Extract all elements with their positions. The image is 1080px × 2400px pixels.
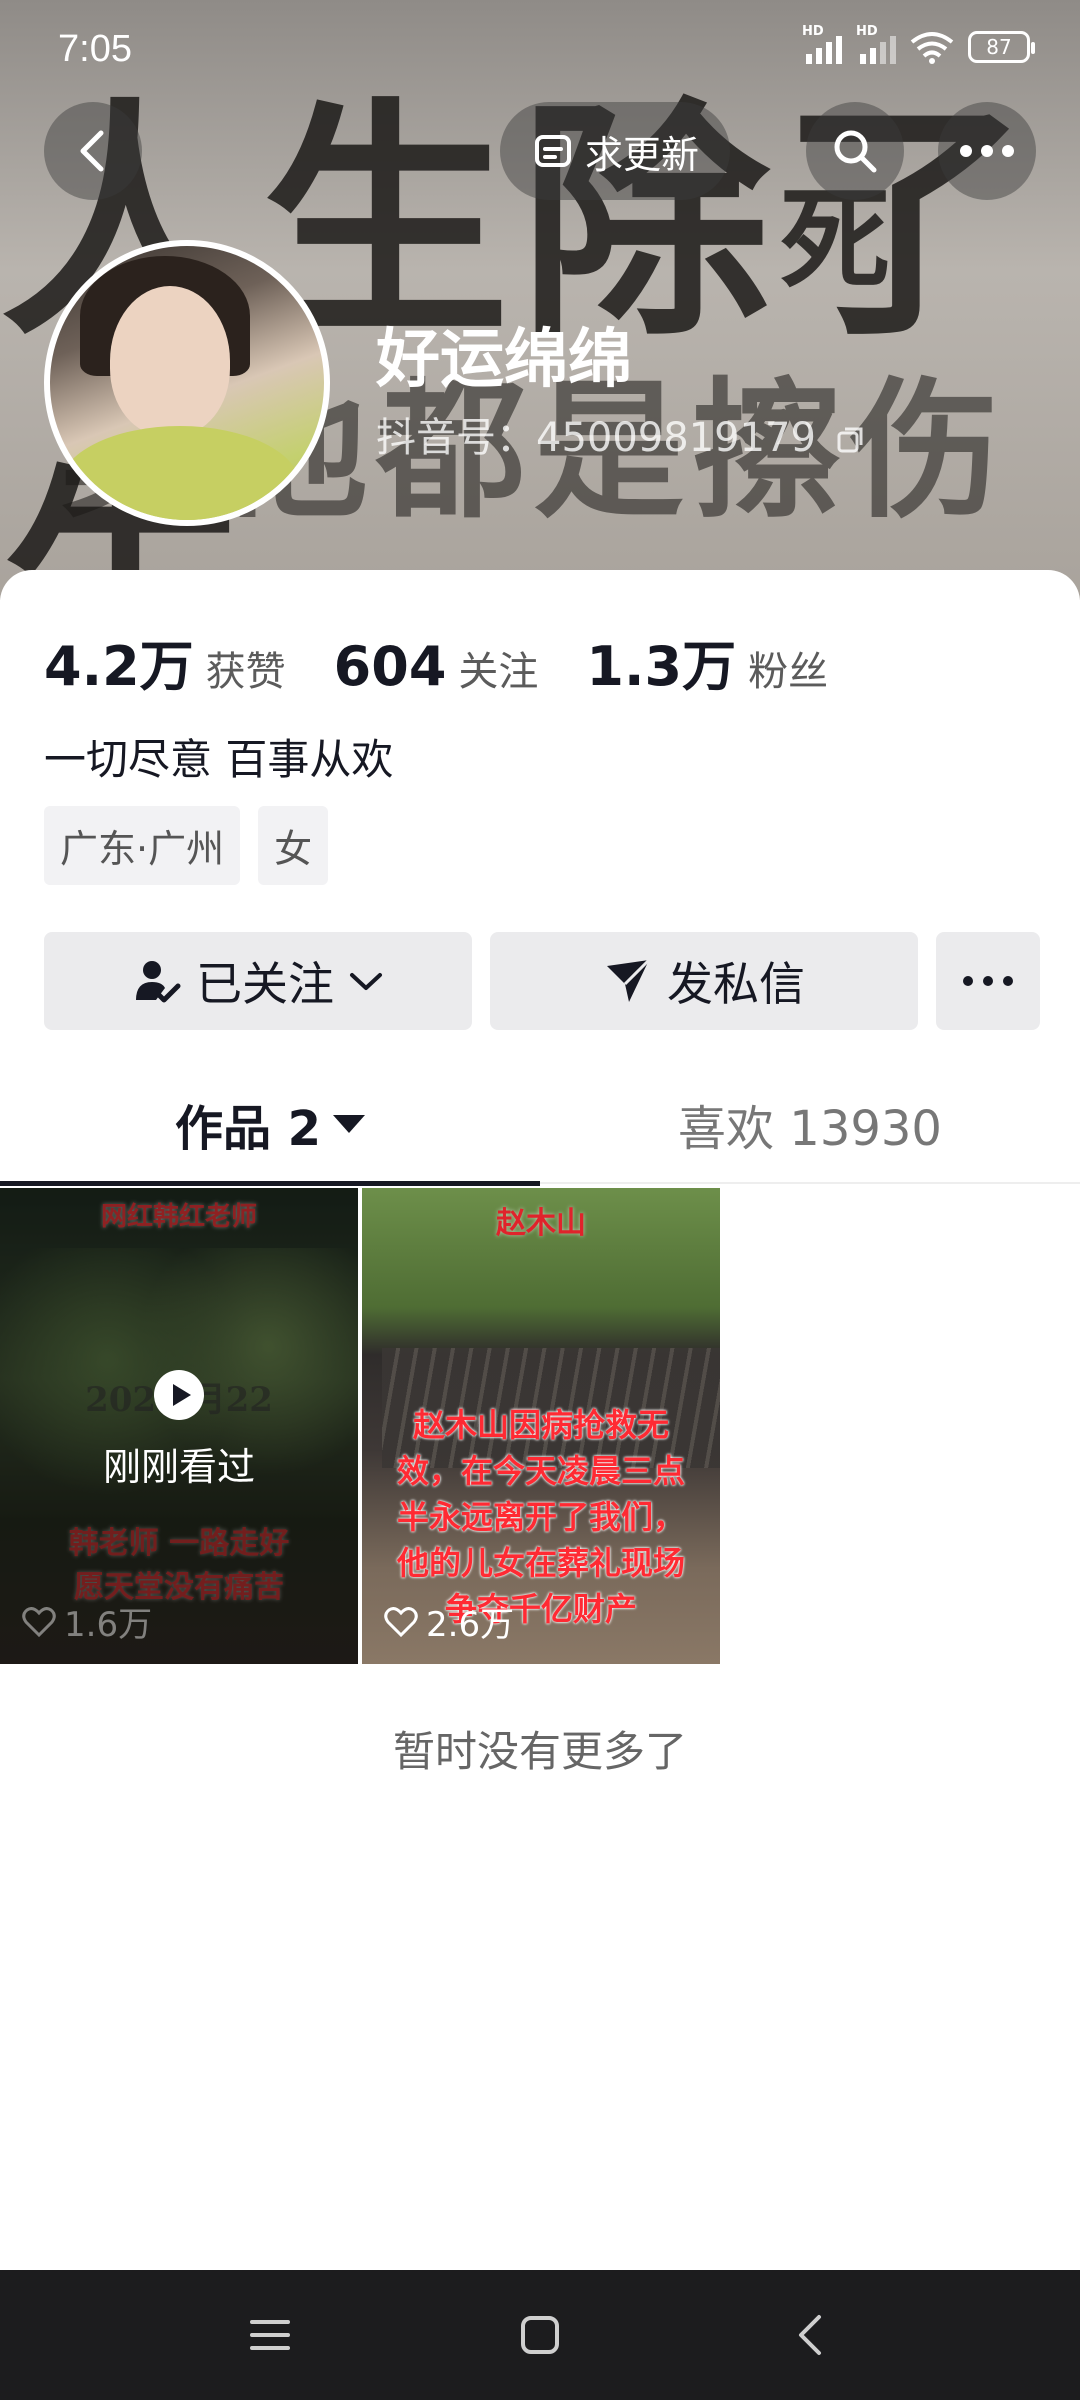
video-thumbnail[interactable]: 赵木山 赵木山因病抢救无效，在今天凌晨三点半永远离开了我们，他的儿女在葬礼现场争… (362, 1188, 720, 1664)
menu-icon (250, 2320, 290, 2350)
more-icon (963, 976, 1013, 986)
heart-icon (384, 1606, 418, 1637)
more-icon (960, 145, 1014, 157)
home-square-icon (521, 2316, 559, 2354)
caret-down-icon (333, 1115, 366, 1133)
video-grid: 网红韩红老师 2025 月22 韩老师 一路走好 愿天堂没有痛苦 刚刚看过 1.… (0, 1188, 720, 1664)
send-icon (607, 958, 651, 1002)
system-navigation-bar (0, 2270, 1080, 2400)
chevron-left-icon (80, 130, 104, 172)
video-thumbnail[interactable]: 网红韩红老师 2025 月22 韩老师 一路走好 愿天堂没有痛苦 刚刚看过 1.… (0, 1188, 358, 1664)
request-update-button[interactable]: 求更新 (500, 102, 730, 200)
avatar[interactable] (44, 240, 330, 526)
chevron-down-icon (350, 973, 382, 990)
profile-more-button[interactable] (936, 932, 1040, 1030)
profile-stats: 4.2万 获赞 604 关注 1.3万 粉丝 (44, 622, 876, 701)
stat-followers[interactable]: 1.3万 粉丝 (586, 622, 828, 701)
tab-likes[interactable]: 喜欢 13930 (540, 1064, 1080, 1184)
nav-back-button[interactable] (780, 2305, 840, 2365)
douyin-id-text: 抖音号：45009819179 (376, 415, 816, 461)
profile-nickname: 好运绵绵 (376, 323, 632, 397)
stat-likes-label: 获赞 (205, 649, 286, 695)
video-caption: 赵木山 (496, 1206, 586, 1241)
stat-following[interactable]: 604 关注 (334, 635, 539, 698)
douyin-id[interactable]: 抖音号：45009819179 (376, 405, 865, 463)
status-icons: HD HD 87 (802, 24, 1035, 64)
status-time: 7:05 (58, 28, 132, 70)
profile-tags: 广东·广州 女 (44, 806, 329, 885)
profile-tabs: 作品 2 喜欢 13930 (0, 1064, 1080, 1186)
stat-following-label: 关注 (458, 649, 539, 695)
back-button[interactable] (44, 102, 142, 200)
tab-active-indicator (0, 1181, 540, 1186)
following-label: 已关注 (196, 957, 334, 1011)
send-message-label: 发私信 (667, 957, 805, 1011)
stat-followers-value: 1.3万 (586, 635, 737, 698)
bell-update-icon (534, 135, 571, 167)
search-icon (834, 130, 877, 173)
recently-watched-label: 刚刚看过 (102, 1445, 255, 1489)
recent-apps-button[interactable] (240, 2305, 300, 2365)
signal-icon: HD (802, 24, 842, 64)
stat-likes[interactable]: 4.2万 获赞 (44, 622, 286, 701)
user-check-icon (136, 961, 181, 1003)
status-bar: 7:05 HD HD 87 (0, 20, 1080, 80)
profile-banner: 人生除了生 死 其他都是擦伤 7:05 HD HD 87 (0, 0, 1080, 600)
stat-followers-label: 粉丝 (748, 649, 829, 695)
video-caption: 网红韩红老师 (100, 1202, 257, 1232)
play-icon (154, 1370, 204, 1420)
tab-likes-label: 喜欢 13930 (678, 1101, 942, 1157)
profile-card: 4.2万 获赞 604 关注 1.3万 粉丝 一切尽意 百事从欢 广东·广州 女… (0, 570, 1080, 2270)
video-caption: 韩老师 一路走好 (68, 1526, 290, 1561)
battery-icon: 87 (968, 31, 1035, 63)
heart-icon (22, 1606, 56, 1637)
profile-bio: 一切尽意 百事从欢 (44, 735, 394, 784)
video-like-count: 1.6万 (22, 1597, 152, 1646)
tag-location: 广东·广州 (44, 806, 241, 885)
tab-works-label: 作品 2 (174, 1101, 322, 1157)
signal-icon: HD (856, 24, 896, 64)
video-like-count: 2.6万 (384, 1597, 514, 1646)
stat-likes-value: 4.2万 (44, 635, 194, 698)
tag-gender: 女 (258, 806, 329, 885)
wifi-icon (910, 32, 954, 64)
end-of-list-text: 暂时没有更多了 (392, 1727, 687, 1776)
search-button[interactable] (806, 102, 904, 200)
tab-works[interactable]: 作品 2 (0, 1064, 540, 1186)
copy-icon (837, 427, 863, 453)
request-update-label: 求更新 (584, 132, 699, 177)
send-message-button[interactable]: 发私信 (490, 932, 918, 1030)
profile-actions: 已关注 发私信 (44, 932, 1040, 1030)
stat-following-value: 604 (333, 635, 447, 698)
chevron-left-icon (799, 2315, 821, 2355)
following-button[interactable]: 已关注 (44, 932, 472, 1030)
home-button[interactable] (510, 2305, 570, 2365)
more-options-button[interactable] (938, 102, 1036, 200)
